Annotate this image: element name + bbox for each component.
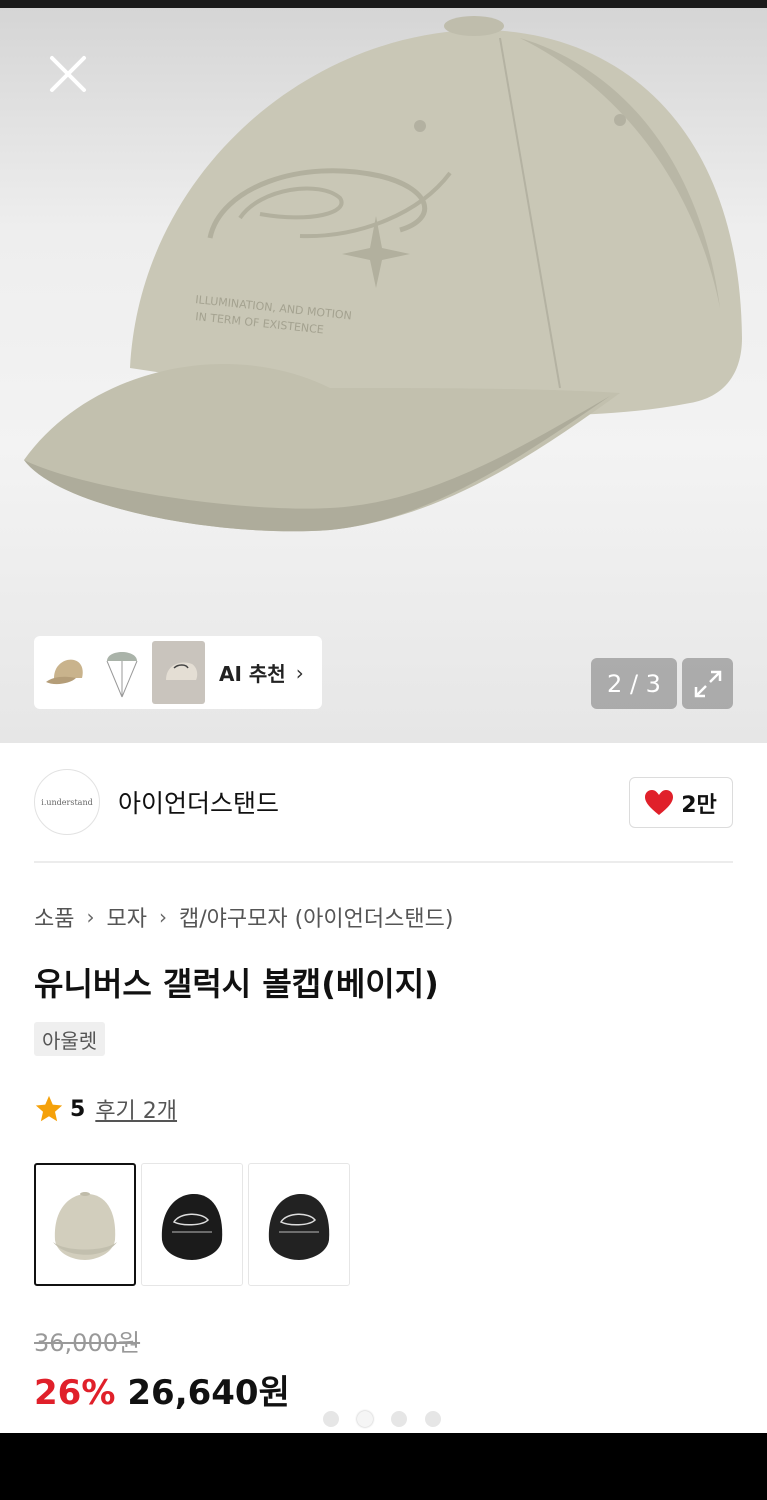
ai-recommend-strip[interactable]: AI 추천 › bbox=[34, 636, 322, 709]
product-image-cap: ILLUMINATION, AND MOTION IN TERM OF EXIS… bbox=[24, 16, 742, 532]
swatch-beige[interactable] bbox=[34, 1163, 136, 1286]
thumbnail-cap-closeup[interactable] bbox=[152, 641, 205, 704]
ai-recommend-label: AI 추천 bbox=[219, 662, 286, 686]
carousel-dot-active[interactable] bbox=[357, 1411, 373, 1427]
sale-price: 26,640원 bbox=[127, 1373, 290, 1413]
divider bbox=[34, 861, 733, 863]
like-count: 2만 bbox=[681, 792, 717, 818]
color-swatches bbox=[34, 1163, 355, 1286]
cap-closeup-thumbnail-icon bbox=[165, 662, 197, 680]
carousel-dot[interactable] bbox=[391, 1411, 407, 1427]
black-cap-swatch-icon bbox=[268, 1193, 330, 1260]
breadcrumb-item-accessories[interactable]: 소품 bbox=[34, 901, 74, 933]
swatch-black-2[interactable] bbox=[248, 1163, 350, 1286]
swatch-black-1[interactable] bbox=[141, 1163, 243, 1286]
reviews-link[interactable]: 후기 2개 bbox=[95, 1093, 177, 1125]
chevron-right-icon: › bbox=[158, 905, 167, 929]
close-icon bbox=[50, 56, 86, 92]
close-button[interactable] bbox=[40, 46, 96, 102]
expand-icon bbox=[694, 670, 721, 697]
ai-recommend-link[interactable]: AI 추천 › bbox=[219, 658, 304, 687]
discount-rate: 26% bbox=[34, 1373, 116, 1413]
carousel-dot[interactable] bbox=[425, 1411, 441, 1427]
brand-name[interactable]: 아이언더스탠드 bbox=[118, 784, 279, 820]
carousel-dot[interactable] bbox=[323, 1411, 339, 1427]
original-price: 36,000원 bbox=[34, 1329, 141, 1357]
rating-row: 5 후기 2개 bbox=[34, 1093, 177, 1125]
rating-score: 5 bbox=[70, 1096, 86, 1122]
image-counter: 2 / 3 bbox=[591, 658, 677, 709]
like-button[interactable]: 2만 bbox=[629, 777, 733, 828]
status-bar-strip bbox=[0, 0, 767, 8]
brand-row: i.understand 아이언더스탠드 2만 bbox=[34, 769, 733, 835]
black-cap-swatch-icon bbox=[161, 1193, 223, 1260]
thumbnail-beige-cap[interactable] bbox=[38, 641, 91, 704]
outlet-badge: 아울렛 bbox=[34, 1022, 106, 1056]
star-icon bbox=[35, 1095, 63, 1122]
brand-logo[interactable]: i.understand bbox=[34, 769, 100, 835]
chevron-right-icon: › bbox=[86, 905, 95, 929]
product-title: 유니버스 갤럭시 볼캡(베이지) bbox=[34, 965, 439, 1003]
carousel-dots bbox=[323, 1411, 459, 1427]
beige-cap-swatch-icon bbox=[53, 1191, 117, 1260]
navigation-bar bbox=[0, 1433, 767, 1500]
price-row: 26% 26,640원 bbox=[34, 1365, 290, 1414]
breadcrumb-item-hats[interactable]: 모자 bbox=[106, 901, 146, 933]
cap-thumbnail-icon bbox=[45, 659, 83, 684]
product-info-panel: i.understand 아이언더스탠드 2만 소품 › 모자 › 캡/야구모자… bbox=[0, 743, 767, 1433]
chevron-right-icon: › bbox=[295, 660, 304, 685]
product-image-viewer[interactable]: ILLUMINATION, AND MOTION IN TERM OF EXIS… bbox=[0, 8, 767, 743]
heart-icon bbox=[645, 789, 674, 815]
breadcrumb-item-caps[interactable]: 캡/야구모자 (아이언더스탠드) bbox=[179, 901, 453, 933]
breadcrumb: 소품 › 모자 › 캡/야구모자 (아이언더스탠드) bbox=[34, 901, 453, 933]
fullscreen-button[interactable] bbox=[682, 658, 733, 709]
parachute-thumbnail-icon bbox=[106, 651, 137, 697]
thumbnail-parachute[interactable] bbox=[95, 641, 148, 704]
